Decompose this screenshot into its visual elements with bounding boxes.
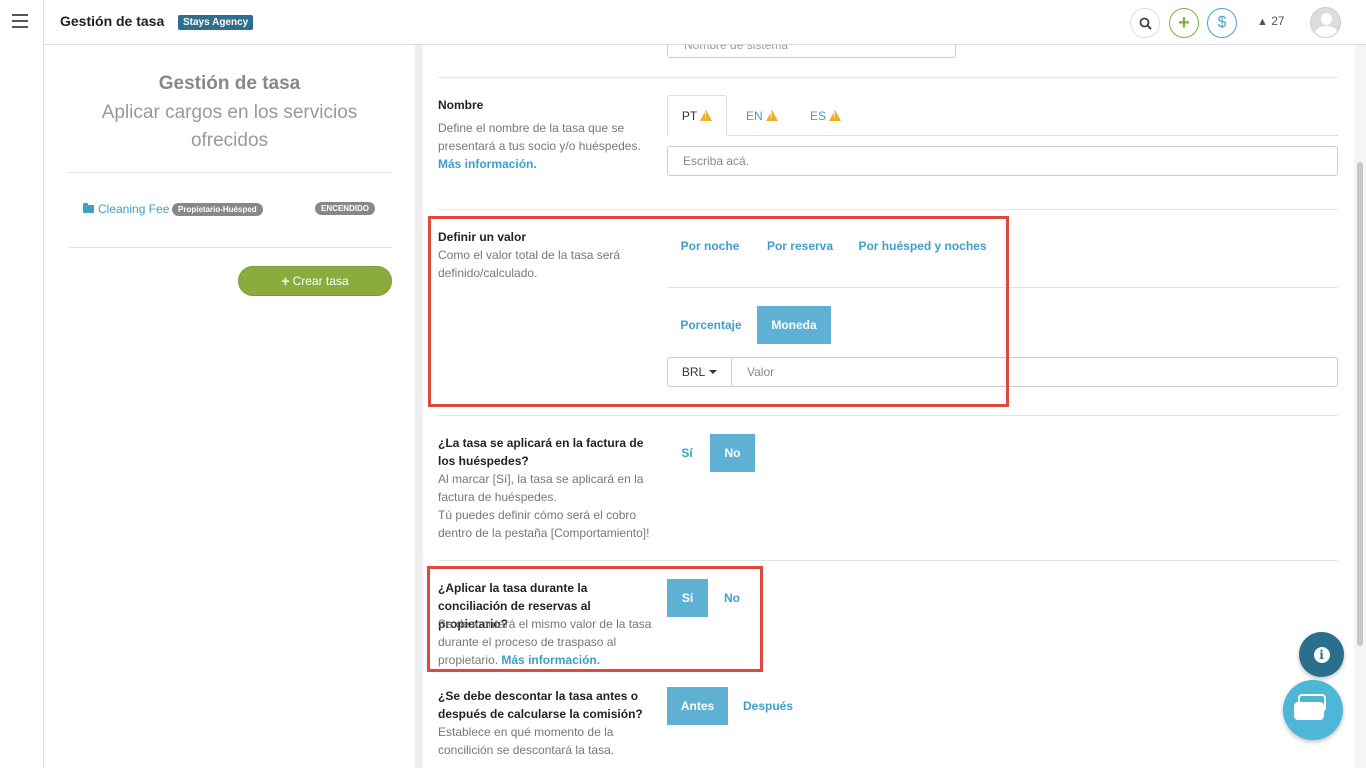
tab-es[interactable]: ES (810, 95, 842, 136)
fee-name: Cleaning Fee (98, 202, 170, 216)
gutter (415, 45, 423, 768)
folder-icon (83, 203, 94, 213)
chat-button[interactable] (1283, 680, 1343, 740)
language-tabs: PT EN ES (667, 95, 1338, 136)
agency-badge: Stays Agency (178, 15, 254, 30)
info-icon: i (1313, 646, 1330, 663)
commission-description: Establece en qué momento de la concilici… (438, 725, 615, 757)
highlight-reconciliation-section (427, 566, 763, 672)
fee-item-cleaning-fee[interactable]: Cleaning Fee (83, 202, 169, 216)
divider (438, 77, 1338, 78)
finance-button[interactable]: $ (1207, 8, 1237, 38)
fee-form: Nombre de sistema Nombre Define el nombr… (423, 45, 1354, 768)
warning-icon (700, 110, 713, 121)
commission-before[interactable]: Antes (667, 687, 728, 725)
divider (438, 415, 1338, 416)
menu-icon[interactable] (12, 14, 28, 28)
commission-after[interactable]: Después (738, 687, 798, 725)
info-button[interactable]: i (1299, 632, 1344, 677)
warning-icon (765, 110, 778, 121)
top-bar: Gestión de tasa Stays Agency + $ ▲ 27 (44, 0, 1366, 45)
scrollbar-thumb[interactable] (1357, 162, 1363, 646)
panel-subtitle: Aplicar cargos en los servicios ofrecido… (101, 102, 358, 151)
warning-icon (829, 110, 842, 121)
invoice-description-2: Tú puedes definir cómo será el cobro den… (438, 508, 650, 540)
left-rail (0, 0, 44, 768)
highlight-value-section (428, 216, 1009, 407)
avatar[interactable] (1310, 7, 1341, 38)
tab-pt[interactable]: PT (667, 95, 727, 136)
name-title: Nombre (438, 98, 484, 112)
panel-title: Gestión de tasa (158, 73, 301, 94)
fee-type-badge: Propietario-Huésped (172, 203, 263, 216)
warning-icon: ▲ (1257, 16, 1268, 28)
invoice-title: ¿La tasa se aplicará en la factura de lo… (438, 436, 644, 468)
divider (438, 209, 1338, 210)
alerts-count: 27 (1271, 14, 1285, 28)
invoice-yes[interactable]: Sí (667, 434, 707, 472)
plus-icon: + (1178, 11, 1190, 34)
dollar-icon: $ (1217, 14, 1227, 31)
search-icon (1139, 17, 1152, 30)
add-button[interactable]: + (1169, 8, 1199, 38)
fee-list-panel: Gestión de tasa Aplicar cargos en los se… (44, 45, 415, 768)
search-button[interactable] (1130, 8, 1160, 38)
divider (68, 172, 392, 173)
page-title: Gestión de tasa (60, 13, 165, 29)
more-info-link[interactable]: Más información. (438, 157, 537, 171)
tab-en[interactable]: EN (746, 95, 778, 136)
invoice-description: Al marcar [Sí], la tasa se aplicará en l… (438, 472, 644, 504)
create-fee-button[interactable]: + Crear tasa (238, 266, 392, 296)
alerts-button[interactable]: ▲ 27 (1257, 14, 1285, 28)
name-description: Define el nombre de la tasa que se prese… (438, 121, 641, 171)
system-name-input[interactable]: Nombre de sistema (667, 45, 956, 58)
divider (438, 560, 1338, 561)
invoice-no[interactable]: No (710, 434, 755, 472)
divider (68, 247, 392, 248)
plus-icon: + (281, 273, 290, 289)
create-fee-label: Crear tasa (292, 274, 349, 288)
commission-title: ¿Se debe descontar la tasa antes o despu… (438, 689, 643, 721)
status-badge: ENCENDIDO (315, 202, 376, 215)
fee-name-input[interactable]: Escriba acá. (667, 146, 1338, 176)
